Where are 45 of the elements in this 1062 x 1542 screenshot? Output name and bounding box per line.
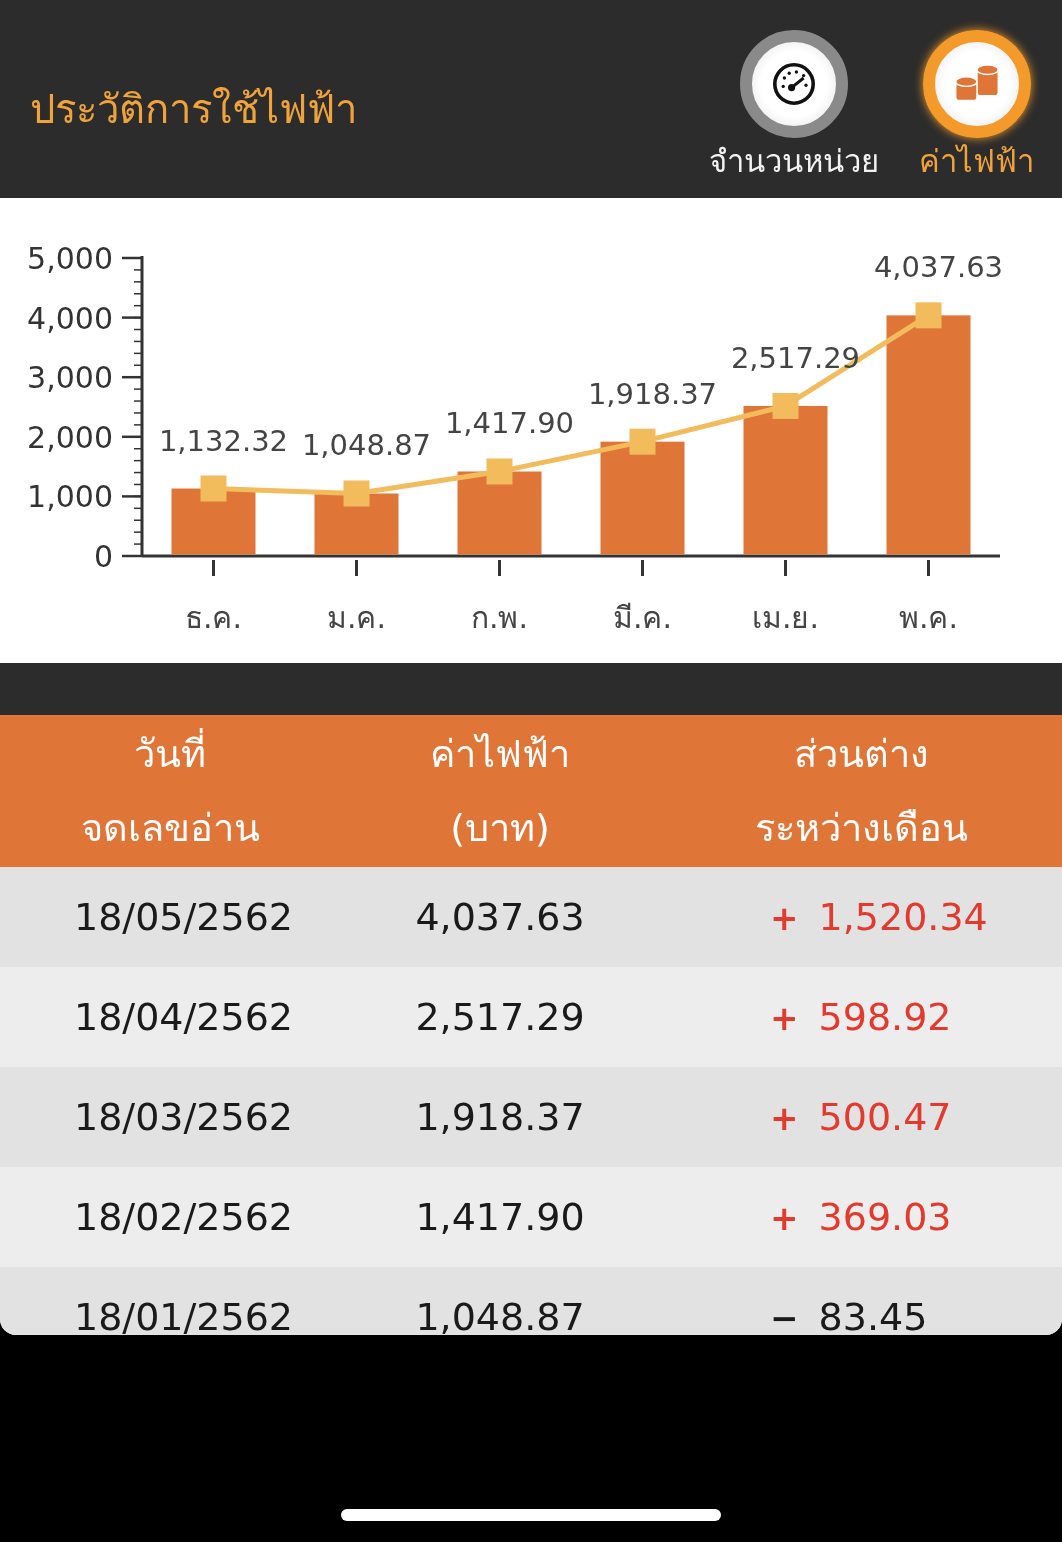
date-cell-text: 18/03/2562 [73,1095,294,1139]
x-tick-label: ธ.ค. [184,600,243,635]
home-indicator[interactable] [341,1509,721,1521]
tab[interactable]: จำนวนหน่วย [709,30,879,198]
page-title: ประวัติการใช้ไฟฟ้า [30,85,357,134]
column-header: ส่วนต่าง ระหว่างเดือน [753,731,969,852]
data-label: 1,918.37 [587,376,718,411]
difference-cell-text: + 598.92 [769,995,952,1039]
y-tick-label: 0 [93,539,113,574]
y-tick-label: 5,000 [27,241,113,276]
amount-cell: 1,048.87 [415,1295,585,1335]
y-tick-label: 3,000 [27,360,113,396]
x-tick-label: เม.ย. [751,600,820,635]
amount-cell: 2,517.29 [415,995,585,1039]
x-tick-label: ก.พ. [470,600,529,635]
data-label: 1,132.32 [158,423,289,458]
y-tick-label: 4,000 [27,300,113,336]
data-point [772,392,799,419]
data-label: 2,517.29 [730,340,861,375]
difference-cell-text: + 1,520.34 [769,895,988,939]
data-label: 1,048.87 [301,428,432,463]
x-tick-label: ม.ค. [326,600,387,635]
y-tick-label: 1,000 [27,479,113,515]
amount-cell: 4,037.63 [415,895,585,939]
data-point [629,428,656,455]
difference-cell-text: + 369.03 [769,1195,952,1239]
x-tick-label: มี.ค. [612,600,673,635]
x-tick-label: พ.ค. [898,600,959,635]
data-point [200,475,227,502]
amount-cell: 1,918.37 [415,1095,585,1139]
column-header: ค่าไฟฟ้า (บาท) [429,731,571,852]
date-cell-text: 18/02/2562 [73,1195,294,1239]
data-point [486,458,513,485]
difference-cell-text: − 83.45 [769,1295,928,1335]
data-point [915,302,942,329]
date-cell-text: 18/04/2562 [73,995,294,1039]
y-tick-label: 2,000 [27,419,113,455]
data-label: 4,037.63 [873,250,1004,285]
column-header: วันที่ จดเลขอ่าน [0,717,340,865]
difference-cell-text: + 500.47 [769,1095,952,1139]
date-cell-text: 18/05/2562 [73,895,294,939]
amount-cell: 1,417.90 [415,1195,585,1239]
date-cell-text: 18/01/2562 [73,1295,294,1335]
data-label: 1,417.90 [444,406,575,441]
data-point [343,480,370,507]
